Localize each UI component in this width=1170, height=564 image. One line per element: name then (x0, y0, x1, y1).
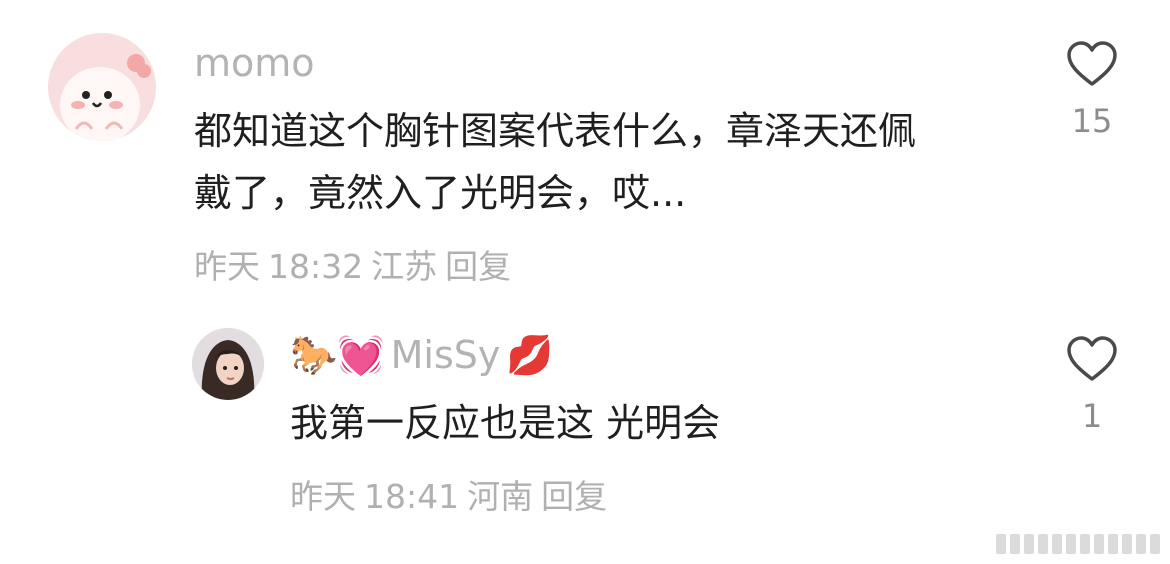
heart-outline-icon (1067, 336, 1117, 381)
comment-item: momo 都知道这个胸针图案代表什么，章泽天还佩 戴了，竟然入了光明会，哎...… (0, 0, 1170, 300)
comment-text-line: 我第一反应也是这 光明会 (290, 401, 721, 445)
username-emoji-suffix: 💋 (506, 332, 554, 377)
heart-outline-icon (1067, 41, 1117, 86)
time-text: 18:41 (364, 477, 460, 516)
username[interactable]: momo (194, 40, 315, 86)
username-text: MisSy (390, 333, 501, 377)
watermark (996, 534, 1160, 554)
username[interactable]: 🐎💓 MisSy 💋 (290, 330, 554, 380)
comment-text-line: 戴了，竟然入了光明会，哎... (194, 171, 687, 215)
time-text: 18:32 (268, 247, 364, 286)
comment-meta: 昨天 18:41 河南 回复 (290, 470, 615, 518)
username-emoji-prefix: 🐎💓 (290, 332, 385, 377)
like-button[interactable]: 1 (1052, 335, 1132, 435)
location-text: 河南 (467, 477, 534, 516)
like-count: 1 (1081, 397, 1103, 435)
comment-meta: 昨天 18:32 江苏 回复 (194, 240, 519, 288)
avatar-photo-icon (192, 328, 264, 400)
username-text: momo (194, 41, 315, 85)
avatar[interactable] (48, 33, 156, 141)
like-count: 15 (1071, 102, 1113, 140)
comment-text-line: 都知道这个胸针图案代表什么，章泽天还佩 (194, 109, 917, 153)
reply-button[interactable]: 回复 (445, 247, 511, 286)
comment-text: 我第一反应也是这 光明会 (290, 395, 1030, 451)
avatar[interactable] (192, 328, 264, 400)
reply-button[interactable]: 回复 (541, 477, 607, 516)
comment-text: 都知道这个胸针图案代表什么，章泽天还佩 戴了，竟然入了光明会，哎... (194, 100, 1044, 224)
like-button[interactable]: 15 (1052, 40, 1132, 140)
date-text: 昨天 (194, 247, 260, 286)
avatar-cartoon-icon (48, 33, 156, 141)
date-text: 昨天 (290, 477, 356, 516)
reply-item: 🐎💓 MisSy 💋 我第一反应也是这 光明会 昨天 18:41 河南 回复 1 (0, 300, 1170, 564)
location-text: 江苏 (371, 247, 438, 286)
